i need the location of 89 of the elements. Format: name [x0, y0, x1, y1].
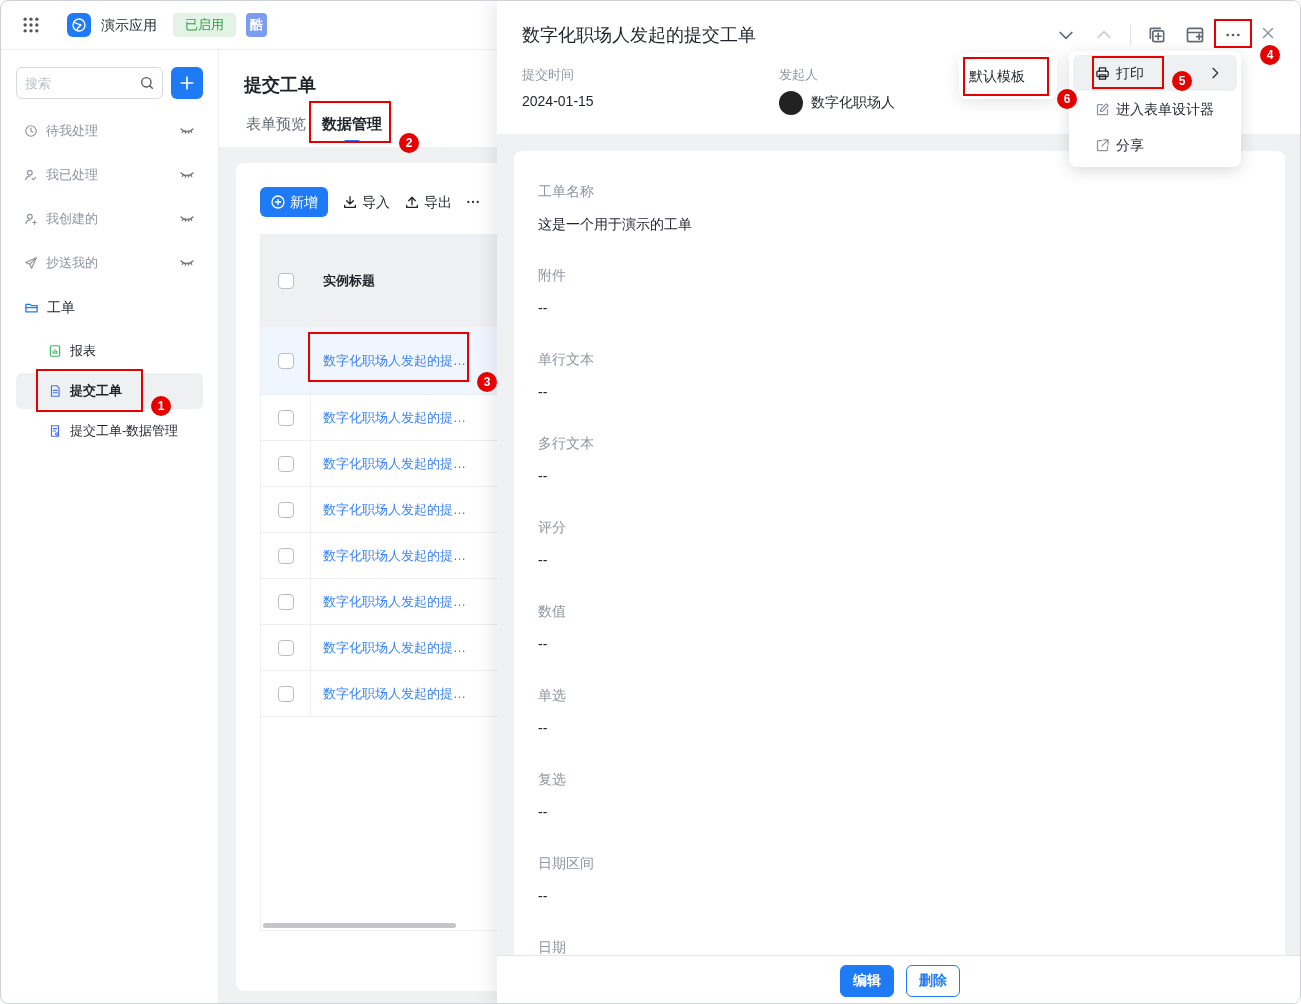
field-label: 复选 [538, 770, 566, 789]
download-icon [342, 194, 358, 210]
sidebar-item[interactable]: 我创建的 [16, 197, 203, 241]
callout-badge: 2 [399, 133, 419, 153]
tab[interactable]: 数据管理 [320, 105, 384, 143]
callout-badge: 1 [151, 396, 171, 416]
sidebar-group[interactable]: 工单 [16, 285, 203, 329]
document-icon [48, 384, 62, 398]
plus-icon [270, 194, 286, 210]
field-value: 这是一个用于演示的工单 [538, 215, 692, 234]
avatar [779, 90, 803, 115]
callout-badge: 3 [477, 372, 497, 393]
field-label: 单选 [538, 686, 566, 705]
checkbox[interactable] [277, 685, 294, 702]
field-value: -- [538, 635, 548, 654]
sidebar-item[interactable]: 待我处理 [16, 109, 203, 153]
field-label: 单行文本 [538, 350, 594, 369]
user-check-icon [24, 168, 38, 182]
user-plus-icon [24, 212, 38, 226]
field-label: 提交时间 [522, 66, 574, 84]
clock-icon [24, 124, 38, 138]
document-icon [48, 424, 62, 438]
status-badge: 已启用 [173, 13, 236, 37]
field-value: 2024-01-15 [522, 91, 594, 111]
sidebar-item[interactable]: 我已处理 [16, 153, 203, 197]
checkbox[interactable] [277, 593, 294, 610]
drawer-title: 数字化职场人发起的提交工单 [522, 23, 757, 47]
record-link[interactable]: 数字化职场人发起的提… [323, 350, 466, 371]
duplicate-icon [1147, 25, 1167, 45]
record-link[interactable]: 数字化职场人发起的提… [323, 591, 466, 612]
scrollbar[interactable] [263, 923, 456, 928]
delete-button[interactable]: 删除 [905, 964, 960, 997]
sidebar-item[interactable]: 抄送我的 [16, 241, 203, 285]
app-tag: 酷 [246, 13, 267, 37]
record-link[interactable]: 数字化职场人发起的提… [323, 545, 466, 566]
import-button[interactable]: 导入 [342, 187, 390, 217]
checkbox[interactable] [277, 639, 294, 656]
chart-icon [48, 344, 62, 358]
checkbox[interactable] [277, 409, 294, 426]
checkbox[interactable] [277, 352, 294, 369]
app-name: 演示应用 [101, 15, 157, 35]
menu-item[interactable]: 默认模板 [969, 65, 1025, 87]
field-label: 发起人 [779, 66, 818, 84]
record-link[interactable]: 数字化职场人发起的提… [323, 453, 466, 474]
field-label: 数值 [538, 602, 566, 621]
record-link[interactable]: 数字化职场人发起的提… [323, 407, 466, 428]
sidebar-item[interactable]: 报表 [16, 333, 203, 369]
printer-icon [1095, 65, 1110, 81]
record-link[interactable]: 数字化职场人发起的提… [323, 499, 466, 520]
field-value: -- [538, 299, 548, 318]
field-value: -- [538, 383, 548, 402]
edit-button[interactable]: 编辑 [839, 964, 894, 997]
checkbox[interactable] [277, 501, 294, 518]
record-link[interactable]: 数字化职场人发起的提… [323, 683, 466, 704]
sidebar-item[interactable]: 提交工单-数据管理 [16, 413, 203, 449]
field-label: 日期区间 [538, 854, 594, 873]
export-button[interactable]: 导出 [404, 187, 452, 217]
menu-item[interactable]: 分享 [1073, 127, 1237, 163]
upload-icon [404, 194, 420, 210]
field-value: 数字化职场人 [811, 93, 895, 112]
field-value: -- [538, 551, 548, 570]
highlight-frame [1214, 19, 1252, 48]
open-window-icon [1185, 25, 1205, 45]
field-label: 附件 [538, 266, 566, 285]
send-icon [24, 256, 38, 270]
field-value: -- [538, 467, 548, 486]
add-button[interactable] [171, 67, 203, 99]
checkbox[interactable] [277, 455, 294, 472]
add-button[interactable]: 新增 [260, 187, 328, 217]
column-header: 实例标题 [322, 272, 375, 291]
field-value: -- [538, 887, 548, 906]
field-value: -- [538, 719, 548, 738]
field-value: -- [538, 803, 548, 822]
checkbox[interactable] [277, 547, 294, 564]
tab[interactable]: 表单预览 [244, 105, 308, 143]
field-label: 日期 [538, 938, 566, 955]
search-field[interactable]: 搜索 [16, 67, 163, 99]
callout-badge: 4 [1260, 45, 1280, 65]
search-icon [139, 75, 155, 91]
share-icon [1095, 137, 1110, 153]
field-label: 多行文本 [538, 434, 594, 453]
field-label: 工单名称 [538, 182, 594, 201]
record-link[interactable]: 数字化职场人发起的提… [323, 637, 466, 658]
page-title: 提交工单 [244, 74, 316, 97]
field-label: 评分 [538, 518, 566, 537]
apps-icon [21, 15, 41, 35]
edit-icon [1095, 101, 1110, 117]
checkbox[interactable] [278, 273, 294, 289]
highlight-frame [1092, 56, 1164, 89]
